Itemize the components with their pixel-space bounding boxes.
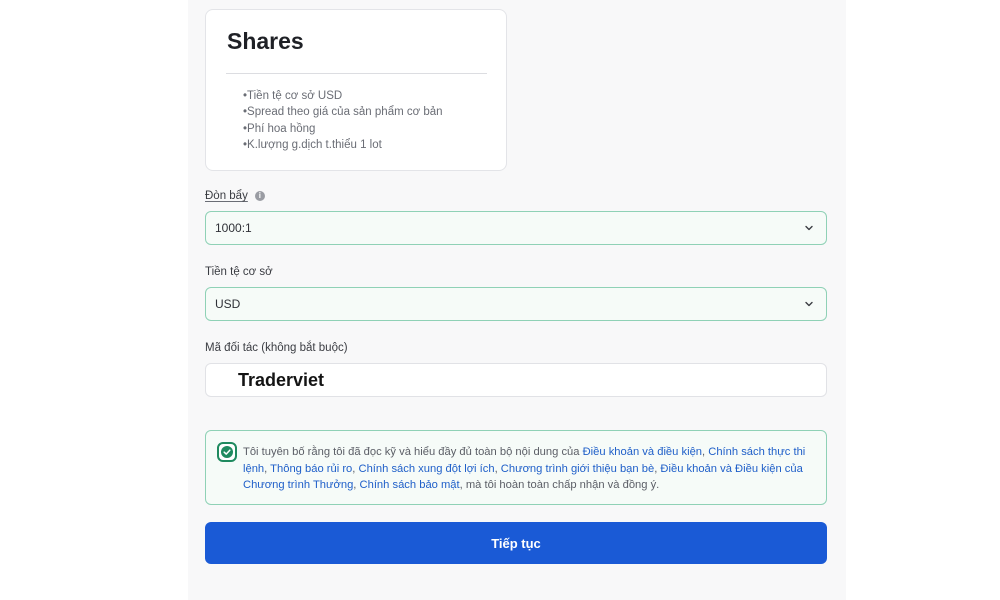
link-conflict-of-interest-policy[interactable]: Chính sách xung đột lợi ích: [358, 463, 494, 475]
link-terms-and-conditions[interactable]: Điều khoản và điều kiện: [583, 446, 702, 458]
account-type-title: Shares: [227, 28, 304, 54]
base-currency-label: Tiền tệ cơ sở: [205, 266, 273, 278]
terms-checkbox[interactable]: [217, 442, 237, 462]
feature-list: •Tiền tệ cơ sở USD •Spread theo giá của …: [243, 88, 443, 153]
consent-intro: Tôi tuyên bố rằng tôi đã đọc kỹ và hiểu …: [243, 446, 583, 458]
partner-code-label-text: Mã đối tác (không bắt buộc): [205, 342, 348, 354]
terms-consent-text: Tôi tuyên bố rằng tôi đã đọc kỹ và hiểu …: [243, 444, 818, 494]
feature-item: •Phí hoa hồng: [243, 122, 316, 135]
feature-item: •Spread theo giá của sản phẩm cơ bản: [243, 106, 443, 119]
partner-code-input[interactable]: Traderviet: [205, 363, 827, 397]
link-referral-program[interactable]: Chương trình giới thiệu bạn bè: [501, 463, 654, 475]
terms-consent-box: Tôi tuyên bố rằng tôi đã đọc kỹ và hiểu …: [205, 430, 827, 505]
leverage-select[interactable]: 1000:1: [205, 211, 827, 245]
continue-button[interactable]: Tiếp tục: [205, 522, 827, 564]
consent-outro: , mà tôi hoàn toàn chấp nhận và đồng ý.: [459, 479, 660, 491]
leverage-label: Đòn bẩy i: [205, 190, 265, 202]
info-icon[interactable]: i: [254, 191, 265, 201]
partner-code-value: Traderviet: [238, 370, 325, 390]
card-divider: [226, 73, 487, 74]
base-currency-value: USD: [215, 297, 241, 311]
chevron-down-icon: [805, 301, 813, 307]
feature-item: •K.lượng g.dịch t.thiểu 1 lot: [243, 138, 382, 151]
account-type-card: Shares •Tiền tệ cơ sở USD •Spread theo g…: [205, 9, 507, 171]
link-privacy-policy[interactable]: Chính sách bảo mật: [360, 479, 460, 491]
chevron-down-icon: [805, 225, 813, 231]
feature-item: •Tiền tệ cơ sở USD: [243, 90, 343, 102]
leverage-label-text: Đòn bẩy: [205, 190, 248, 202]
link-risk-disclosure[interactable]: Thông báo rủi ro: [270, 463, 352, 475]
leverage-value: 1000:1: [215, 221, 252, 235]
base-currency-select[interactable]: USD: [205, 287, 827, 321]
base-currency-label-text: Tiền tệ cơ sở: [205, 266, 273, 278]
checkbox-check-icon: [221, 446, 233, 458]
partner-code-label: Mã đối tác (không bắt buộc): [205, 342, 348, 354]
